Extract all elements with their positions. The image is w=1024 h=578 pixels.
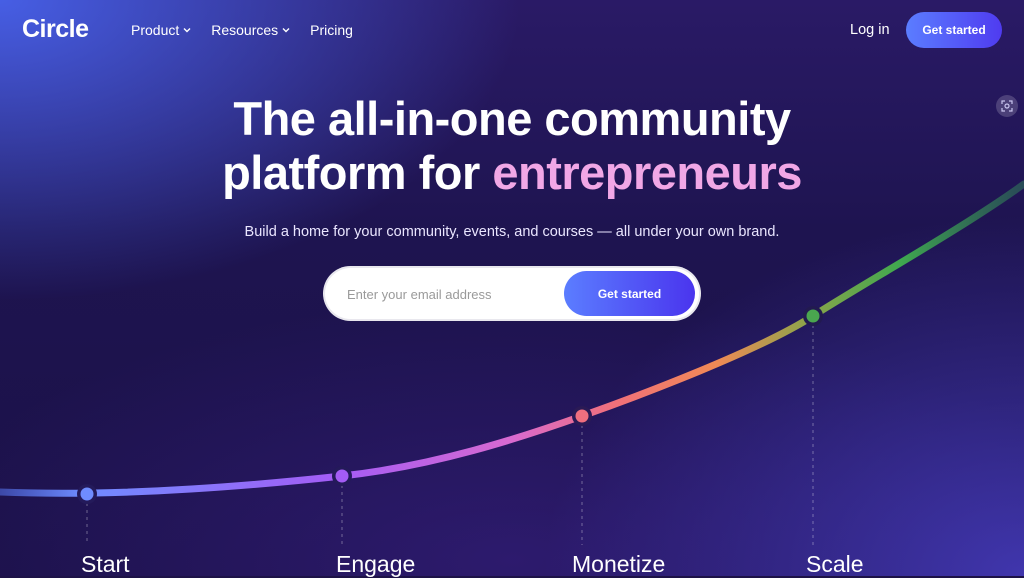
stage-dot-engage-inner [335,469,349,483]
logo[interactable]: Circle [22,15,89,44]
hero-get-started-button[interactable]: Get started [564,271,695,316]
get-started-button[interactable]: Get started [906,12,1002,48]
chevron-down-icon [282,28,290,33]
email-signup-form: Get started [325,268,699,321]
nav-links: Product Resources Pricing [131,22,353,38]
email-input[interactable] [345,268,574,321]
nav-item-label: Resources [211,22,279,38]
hero-title-line2: platform for entrepreneurs [0,146,1024,200]
stage-label-engage: Engage [336,551,416,577]
stage-label-monetize: Monetize [572,551,666,577]
hero-title-accent: entrepreneurs [492,146,802,199]
top-navigation: Circle Product Resources Pricing Log in … [0,0,1024,60]
nav-item-pricing[interactable]: Pricing [310,22,353,38]
stage-dot-start-inner [80,487,94,501]
stage-label-start: Start [81,551,130,577]
hero-subtitle: Build a home for your community, events,… [244,224,780,240]
nav-item-label: Pricing [310,22,353,38]
stage-dot-scale-inner [806,309,820,323]
hero-title-line1: The all-in-one community [233,92,791,145]
chevron-down-icon [183,28,191,33]
hero-title-prefix: platform for [222,146,493,199]
nav-item-resources[interactable]: Resources [211,22,290,38]
hero-title: The all-in-one community platform for en… [0,92,1024,200]
nav-item-product[interactable]: Product [131,22,191,38]
login-link[interactable]: Log in [850,22,890,38]
stage-label-scale: Scale [806,551,864,577]
stage-dot-monetize-inner [575,409,589,423]
nav-item-label: Product [131,22,180,38]
